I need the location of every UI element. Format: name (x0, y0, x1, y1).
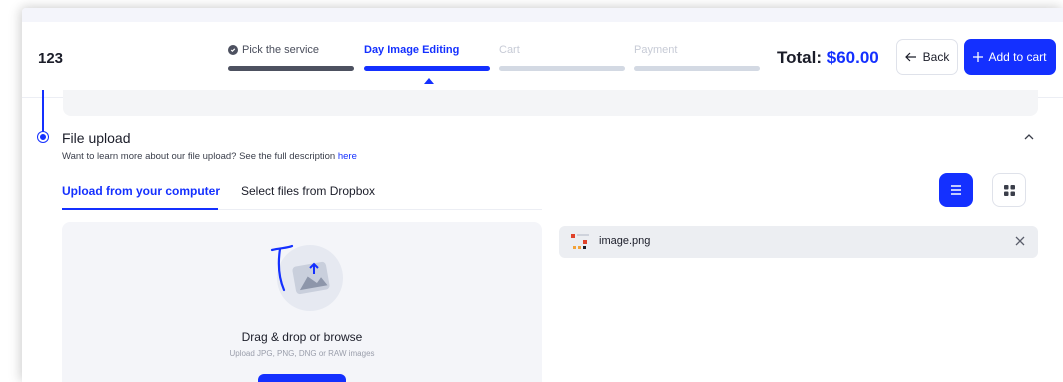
top-strip (22, 8, 1063, 22)
tab-upload-from-computer[interactable]: Upload from your computer (62, 184, 220, 198)
chevron-up-icon[interactable] (1022, 130, 1036, 144)
timeline-line (42, 90, 44, 134)
order-total: Total: $60.00 (777, 48, 879, 68)
browse-button[interactable] (258, 374, 346, 382)
step-progress-bar (634, 66, 760, 71)
total-label: Total: (777, 48, 823, 67)
check-icon (228, 45, 238, 55)
image-file-icon (571, 234, 589, 249)
step-progress-bar (499, 66, 625, 71)
step-pick-service-label: Pick the service (242, 44, 320, 56)
close-icon[interactable] (1014, 235, 1026, 247)
step-label: Pick the service (228, 44, 319, 56)
list-icon (951, 185, 961, 195)
section-description: Want to learn more about our file upload… (62, 151, 357, 162)
timeline-dot (38, 132, 48, 142)
step-progress-bar (228, 66, 354, 71)
section-description-text: Want to learn more about our file upload… (62, 151, 336, 162)
add-to-cart-button[interactable]: Add to cart (964, 39, 1056, 75)
total-amount: $60.00 (826, 48, 879, 67)
upload-illustration-icon (270, 244, 343, 311)
step-label: Day Image Editing (364, 44, 459, 56)
previous-section-panel (63, 90, 1038, 116)
step-payment-label: Payment (634, 44, 678, 56)
plus-icon (973, 52, 984, 62)
step-cart-label: Cart (499, 44, 520, 56)
active-step-caret-icon (424, 78, 434, 84)
grid-icon (1003, 184, 1015, 196)
active-tab-underline (62, 208, 218, 210)
tab-select-from-dropbox[interactable]: Select files from Dropbox (241, 184, 375, 198)
arrow-left-icon (904, 52, 916, 62)
order-id: 123 (38, 50, 64, 67)
grid-view-button[interactable] (992, 173, 1026, 207)
upload-source-tabs: Upload from your computer Select files f… (62, 180, 542, 210)
checkout-header: 123 Pick the service Day Image Editing C… (22, 22, 1063, 98)
step-pick-service[interactable]: Pick the service (228, 44, 354, 74)
app-window: 123 Pick the service Day Image Editing C… (22, 8, 1063, 382)
step-day-image-editing[interactable]: Day Image Editing (364, 44, 490, 84)
file-list-item: image.png (559, 226, 1038, 258)
step-progress-bar (364, 66, 490, 71)
back-label: Back (922, 50, 950, 64)
file-name: image.png (599, 235, 651, 247)
step-payment[interactable]: Payment (634, 44, 760, 74)
file-dropzone[interactable]: Drag & drop or browse Upload JPG, PNG, D… (62, 222, 542, 382)
back-button[interactable]: Back (896, 39, 958, 75)
description-link[interactable]: here (338, 151, 357, 162)
dropzone-title: Drag & drop or browse (241, 330, 363, 344)
step-label: Payment (634, 44, 677, 56)
step-day-image-editing-label: Day Image Editing (364, 44, 460, 56)
dropzone-subtitle: Upload JPG, PNG, DNG or RAW images (229, 349, 375, 358)
section-title: File upload (62, 130, 131, 146)
step-label: Cart (499, 44, 520, 56)
step-cart[interactable]: Cart (499, 44, 625, 74)
list-view-button[interactable] (939, 173, 973, 207)
add-to-cart-label: Add to cart (988, 50, 1047, 64)
